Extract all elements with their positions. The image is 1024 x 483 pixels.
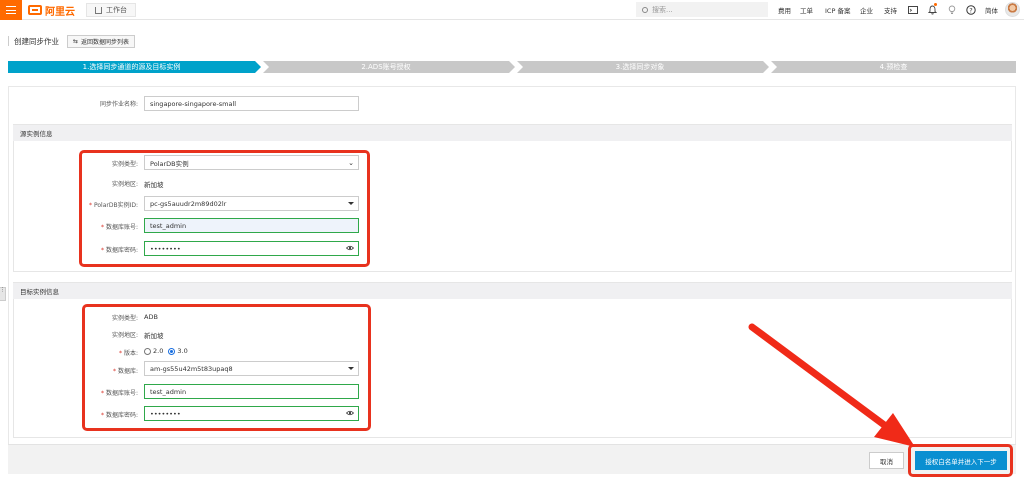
search-input[interactable]: 搜索... — [636, 2, 768, 17]
target-highlight-box — [82, 304, 371, 431]
step-1-label: 1.选择同步通道的源及目标实例 — [82, 63, 181, 71]
nav-enterprise[interactable]: 企业 — [860, 0, 873, 20]
target-section-header: 目标实例信息 — [13, 282, 1012, 299]
nav-fees[interactable]: 费用 — [778, 0, 791, 20]
logo-text: 阿里云 — [45, 6, 75, 18]
step-4-label: 4.预检查 — [879, 63, 908, 71]
step-3-arrow — [763, 61, 769, 73]
workbench-label: 工作台 — [106, 6, 127, 14]
footer-bar — [8, 444, 1016, 474]
page-title: 创建同步作业 — [14, 36, 59, 46]
language-switch[interactable]: 简体 — [985, 0, 998, 20]
logo-mark-icon — [28, 5, 42, 15]
step-2-arrow — [509, 61, 515, 73]
menu-icon[interactable] — [0, 0, 22, 20]
top-bar: 阿里云 工作台 搜索... 费用 工单 ICP 备案 企业 支持 ? 简体 — [0, 0, 1024, 20]
step-2-label: 2.ADS账号授权 — [361, 63, 411, 71]
help-icon[interactable]: ? — [965, 4, 976, 15]
back-arrows-icon: ⇆ — [73, 37, 79, 45]
job-name-label: 同步作业名称: — [99, 101, 138, 108]
source-highlight-box — [79, 150, 370, 267]
back-to-list-button[interactable]: ⇆ 返回数据同步列表 — [67, 34, 136, 48]
nav-support[interactable]: 支持 — [884, 0, 897, 20]
cancel-button[interactable]: 取消 — [869, 452, 904, 469]
step-4-notch — [771, 61, 777, 73]
step-1-arrow — [255, 61, 261, 73]
search-icon — [642, 6, 648, 13]
step-2-notch — [263, 61, 269, 73]
step-3-label: 3.选择同步对象 — [615, 63, 665, 71]
back-label: 返回数据同步列表 — [81, 38, 130, 46]
source-section-header: 源实例信息 — [13, 124, 1012, 141]
side-collapse-handle[interactable]: ⋮ — [0, 287, 6, 301]
nav-icp[interactable]: ICP 备案 — [825, 0, 850, 20]
home-icon — [95, 6, 102, 14]
job-name-input[interactable]: singapore-singapore-small — [144, 96, 359, 111]
lightbulb-icon[interactable] — [946, 4, 957, 15]
step-4: 4.预检查 — [771, 61, 1016, 73]
authorize-next-button[interactable]: 授权白名单并进入下一步 — [915, 451, 1007, 470]
title-row: 创建同步作业 ⇆ 返回数据同步列表 — [14, 34, 136, 48]
terminal-icon[interactable] — [907, 4, 918, 15]
logo[interactable]: 阿里云 — [28, 4, 75, 18]
target-section-title: 目标实例信息 — [20, 288, 59, 296]
step-3: 3.选择同步对象 — [517, 61, 763, 73]
step-1: 1.选择同步通道的源及目标实例 — [8, 61, 255, 73]
step-bar: 1.选择同步通道的源及目标实例 2.ADS账号授权 3.选择同步对象 4.预检查 — [8, 61, 1016, 73]
svg-text:?: ? — [969, 6, 972, 14]
search-placeholder: 搜索... — [652, 5, 673, 14]
title-divider — [8, 36, 9, 46]
source-section-title: 源实例信息 — [20, 130, 53, 138]
step-3-notch — [517, 61, 523, 73]
job-name-value: singapore-singapore-small — [150, 99, 237, 108]
notification-dot — [934, 3, 937, 6]
nav-tickets[interactable]: 工单 — [800, 0, 813, 20]
workbench-button[interactable]: 工作台 — [86, 3, 136, 17]
step-2: 2.ADS账号授权 — [263, 61, 509, 73]
avatar[interactable] — [1005, 2, 1020, 17]
